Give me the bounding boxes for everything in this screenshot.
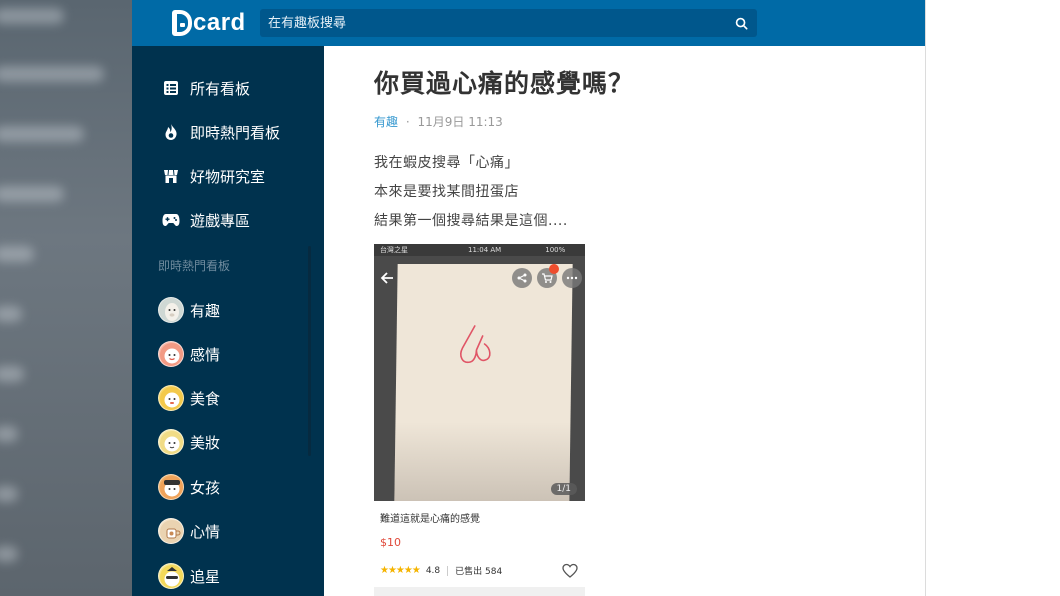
heart-outline-icon [562, 563, 578, 578]
product-sold-count: 已售出 584 [455, 567, 503, 577]
sidebar-item-relationship[interactable]: 感情 [158, 338, 220, 370]
more-icon [562, 268, 582, 288]
content-border [925, 0, 926, 596]
makeup-avatar-icon [158, 429, 184, 455]
sidebar-item-mood[interactable]: 心情 [158, 515, 220, 547]
back-arrow-icon [380, 272, 393, 284]
sidebar-item-funny[interactable]: 有趣 [158, 294, 220, 326]
board-label: 感情 [190, 345, 221, 364]
post-body-line: 本來是要找某間扭蛋店 [374, 184, 519, 200]
share-icon [512, 268, 532, 288]
sidebar-item-girls[interactable]: 女孩 [158, 471, 220, 503]
board-label: 有趣 [190, 301, 221, 320]
search-input[interactable] [260, 9, 725, 37]
post-body-line: 結果第一個搜尋結果是這個.... [374, 213, 568, 229]
sidebar-item-label: 所有看板 [190, 79, 251, 98]
top-navbar: card [132, 0, 926, 46]
cart-badge [549, 264, 559, 274]
tissue-paper-image [394, 264, 573, 501]
star-avatar-icon [158, 563, 184, 589]
sidebar-item-makeup[interactable]: 美妝 [158, 426, 220, 458]
post-title: 你買過心痛的感覺嗎？ [374, 69, 635, 98]
sidebar-item-label: 即時熱門看板 [190, 123, 281, 142]
product-price: $10 [380, 536, 401, 549]
search-icon [735, 17, 748, 30]
post-meta: 有趣 · 11月9日 11:13 [374, 113, 503, 130]
sidebar-item-all-boards[interactable]: 所有看板 [162, 73, 250, 103]
post-body-line: 我在蝦皮搜尋「心痛」 [374, 155, 519, 171]
blurred-background [0, 0, 132, 596]
product-rating: 4.8 [425, 565, 441, 576]
cup-avatar-icon [158, 518, 184, 544]
board-label: 美食 [190, 389, 221, 408]
dcard-logo-icon [172, 10, 192, 36]
post-date: 11月9日 11:13 [417, 115, 503, 129]
sidebar-item-label: 遊戲專區 [190, 211, 251, 230]
sidebar: 所有看板 即時熱門看板 好物研究室 遊戲專區 即時熱門看板 有趣 感情 美食 美… [132, 46, 324, 596]
list-icon [162, 79, 180, 97]
product-name: 難道這就是心痛的感覺 [380, 514, 480, 525]
status-time: 11:04 AM [468, 246, 502, 254]
heart-doodle-icon [460, 325, 491, 364]
hot-boards-section-title: 即時熱門看板 [158, 259, 231, 273]
sidebar-item-goods-lab[interactable]: 好物研究室 [162, 161, 265, 191]
girl-avatar-icon [158, 474, 184, 500]
store-icon [162, 167, 180, 185]
food-avatar-icon [158, 385, 184, 411]
image-counter: 1/1 [550, 483, 577, 495]
board-label: 女孩 [190, 478, 221, 497]
stats-divider [447, 565, 449, 576]
product-card-bottom [374, 587, 585, 596]
status-battery: 100% [545, 246, 566, 254]
board-label: 追星 [190, 567, 221, 586]
sidebar-scrollbar[interactable] [308, 246, 311, 456]
logo-text: card [193, 9, 246, 36]
heart-face-avatar-icon [158, 341, 184, 367]
gamepad-icon [162, 211, 180, 229]
phone-status-bar: 台灣之星 11:04 AM 100% [374, 244, 585, 256]
alpaca-avatar-icon [158, 297, 184, 323]
search-bar [260, 9, 757, 37]
sidebar-item-hot-boards[interactable]: 即時熱門看板 [162, 117, 280, 147]
rating-stars-icon: ★★★★★ [380, 565, 421, 576]
dcard-logo[interactable]: card [172, 7, 246, 39]
sidebar-item-idol[interactable]: 追星 [158, 560, 220, 592]
flame-icon [162, 123, 180, 141]
status-carrier: 台灣之星 [380, 246, 408, 254]
board-label: 心情 [190, 522, 221, 541]
product-stats: ★★★★★ 4.8 已售出 584 [380, 564, 502, 577]
sidebar-item-games[interactable]: 遊戲專區 [162, 205, 250, 235]
meta-separator: · [405, 115, 410, 129]
search-button[interactable] [725, 9, 757, 37]
post-board-link[interactable]: 有趣 [374, 115, 398, 129]
sidebar-item-food[interactable]: 美食 [158, 382, 220, 414]
board-label: 美妝 [190, 433, 221, 452]
sidebar-item-label: 好物研究室 [190, 167, 266, 186]
embedded-product-screenshot[interactable]: 台灣之星 11:04 AM 100% 1/1 [374, 244, 585, 501]
